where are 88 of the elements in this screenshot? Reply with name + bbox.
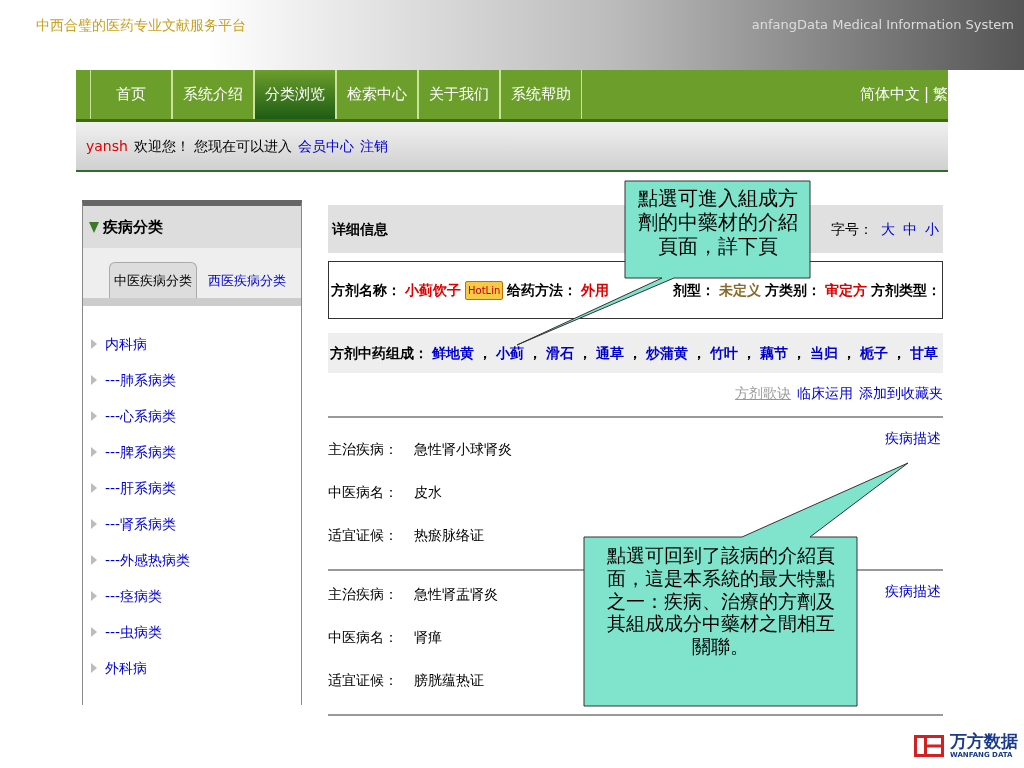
- category-link[interactable]: ---肾系病类: [105, 513, 177, 535]
- bullet-icon: [91, 483, 97, 493]
- row-label: 适宜证候：: [328, 671, 399, 690]
- ingredient-link[interactable]: 滑石: [546, 342, 574, 364]
- bullet-icon: [91, 375, 97, 385]
- field-value: 未定义: [719, 280, 762, 300]
- slide-title: 中西合璧的医药专业文献服务平台: [36, 15, 246, 35]
- separator: ，: [892, 343, 906, 363]
- field-value: 小蓟饮子: [405, 280, 461, 300]
- bullet-icon: [91, 663, 97, 673]
- row-label: 中医病名：: [328, 628, 399, 647]
- sidebar-title: 疾病分类: [103, 216, 163, 238]
- row-value: 皮水: [414, 483, 442, 502]
- ingredient-link[interactable]: 小蓟: [496, 342, 524, 364]
- field-value: 审定方: [825, 280, 868, 300]
- row-value: 膀胱蕴热证: [414, 671, 484, 690]
- hotlink-badge[interactable]: HotLin: [465, 280, 504, 300]
- category-link[interactable]: ---脾系病类: [105, 441, 177, 463]
- separator: ，: [528, 343, 542, 363]
- separator: ，: [628, 343, 642, 363]
- row-label: 主治疾病：: [328, 585, 399, 604]
- ingredients-label: 方剂中药组成：: [330, 343, 428, 363]
- action-link[interactable]: 临床运用: [797, 383, 853, 404]
- category-link[interactable]: 外科病: [105, 657, 147, 679]
- row-value: 急性肾盂肾炎: [414, 585, 498, 604]
- ingredient-link[interactable]: 当归: [810, 342, 838, 364]
- ingredient-link[interactable]: 竹叶: [710, 342, 738, 364]
- category-link[interactable]: ---心系病类: [105, 405, 177, 427]
- action-link: 方剂歌诀: [735, 384, 791, 403]
- disease-description-link[interactable]: 疾病描述: [885, 428, 941, 449]
- callout-text: 點選可回到了該病的介紹頁面，這是本系統的最大特點之一：疾病、治療的方劑及其組成成分中藥材之間相互關聯。: [605, 544, 836, 658]
- field-label: 方类别：: [765, 280, 822, 300]
- field-value: 外用: [581, 280, 610, 300]
- separator: ，: [742, 343, 756, 363]
- separator: ，: [842, 343, 856, 363]
- font-size-label: 字号：: [831, 219, 873, 239]
- ingredient-link[interactable]: 炒蒲黄: [646, 342, 688, 364]
- detail-title: 详细信息: [332, 219, 388, 239]
- ingredient-link[interactable]: 鲜地黄: [432, 342, 474, 364]
- disease-description-link[interactable]: 疾病描述: [885, 581, 941, 602]
- category-link[interactable]: ---肺系病类: [105, 369, 177, 391]
- row-value: 肾瘅: [414, 628, 442, 647]
- category-link[interactable]: ---虫病类: [105, 621, 163, 643]
- logo-name: 万方数据: [950, 732, 1018, 750]
- bullet-icon: [91, 627, 97, 637]
- language-divider: |: [923, 84, 929, 106]
- category-link[interactable]: ---痉病类: [105, 585, 163, 607]
- category-tab[interactable]: 西医疾病分类: [203, 261, 291, 298]
- ingredient-link[interactable]: 栀子: [860, 342, 888, 364]
- ingredient-link[interactable]: 甘草: [910, 342, 938, 364]
- category-link[interactable]: 内科病: [105, 333, 147, 355]
- category-link[interactable]: ---肝系病类: [105, 477, 177, 499]
- username: yansh: [86, 136, 128, 156]
- bullet-icon: [91, 555, 97, 565]
- row-label: 中医病名：: [328, 483, 399, 502]
- ingredient-link[interactable]: 通草: [596, 342, 624, 364]
- field-label: 方剂名称：: [331, 280, 401, 300]
- field-label: 给药方法：: [507, 280, 578, 300]
- welcome-text: 欢迎您！ 您现在可以进入: [133, 136, 293, 156]
- font-size-link[interactable]: 中: [903, 218, 917, 240]
- callout-text: 點選可進入組成方劑的中藥材的介紹頁面，詳下頁: [636, 186, 799, 258]
- field-label: 方剂类型：: [871, 280, 942, 300]
- category-tab[interactable]: 中医疾病分类: [109, 261, 197, 298]
- welcome-link[interactable]: 会员中心: [298, 135, 355, 157]
- bullet-icon: [91, 519, 97, 529]
- welcome-link[interactable]: 注销: [360, 135, 389, 157]
- logo-icon: [914, 735, 944, 758]
- action-link[interactable]: 添加到收藏夹: [859, 383, 943, 404]
- row-label: 主治疾病：: [328, 440, 399, 459]
- slide-subtitle: anfangData Medical Information System: [751, 16, 1014, 35]
- font-size-link[interactable]: 小: [925, 218, 939, 240]
- bullet-icon: [91, 591, 97, 601]
- row-label: 适宜证候：: [328, 526, 399, 545]
- row-value: 急性肾小球肾炎: [414, 440, 512, 459]
- separator: ，: [692, 343, 706, 363]
- bullet-icon: [91, 411, 97, 421]
- font-size-link[interactable]: 大: [881, 218, 895, 240]
- bullet-icon: [91, 339, 97, 349]
- field-label: 剂型：: [673, 280, 716, 300]
- nav-tab[interactable]: 分类浏览: [254, 70, 336, 119]
- triangle-icon: [89, 221, 99, 233]
- separator: ，: [578, 343, 592, 363]
- separator: ，: [792, 343, 806, 363]
- row-value: 热瘀脉络证: [414, 526, 484, 545]
- ingredient-link[interactable]: 藕节: [760, 342, 788, 364]
- bullet-icon: [91, 447, 97, 457]
- separator: ，: [478, 343, 492, 363]
- category-link[interactable]: ---外感热病类: [105, 549, 191, 571]
